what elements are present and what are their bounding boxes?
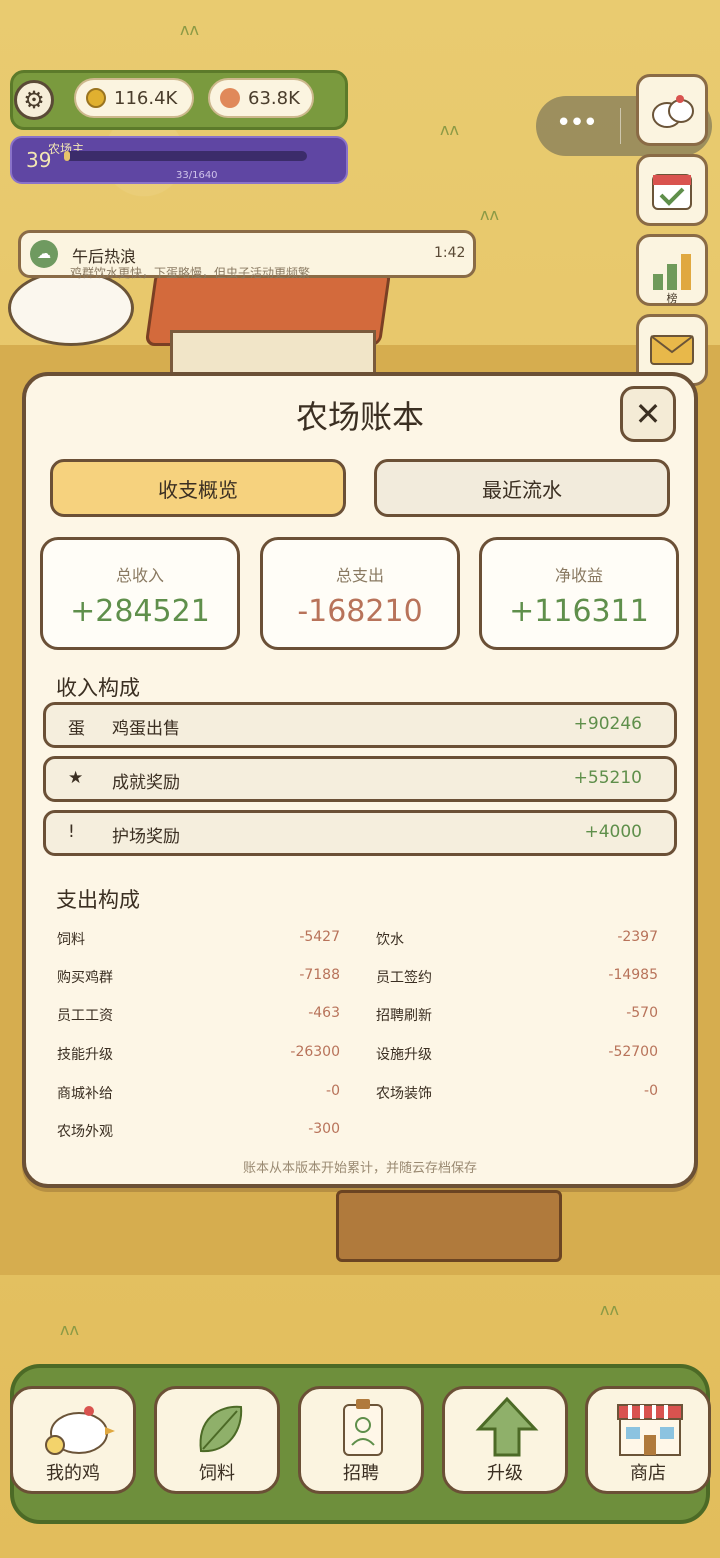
close-icon: ✕ bbox=[634, 395, 662, 433]
expense-label: 购买鸡群 bbox=[57, 970, 113, 986]
chicken-icon bbox=[45, 1406, 115, 1455]
chicken-group-button[interactable] bbox=[636, 74, 708, 146]
income-value: +55210 bbox=[573, 768, 642, 788]
expense-label: 饮水 bbox=[376, 932, 404, 948]
stat-label: 总支出 bbox=[335, 566, 384, 585]
gold-counter[interactable]: 116.4K bbox=[74, 78, 194, 118]
nav-feed[interactable]: 饲料 bbox=[154, 1386, 280, 1494]
up-arrow-icon bbox=[475, 1396, 539, 1457]
grass-tuft: ᴧᴧ bbox=[480, 205, 499, 224]
nav-upgrade[interactable]: 升级 bbox=[442, 1386, 568, 1494]
expense-value: -5427 bbox=[299, 929, 340, 945]
chicken-group-icon bbox=[652, 95, 694, 128]
checkin-button[interactable] bbox=[636, 154, 708, 226]
stat-net-profit: 净收益 +116311 bbox=[479, 537, 679, 650]
expense-label: 招聘刷新 bbox=[376, 1008, 432, 1024]
grass-tuft: ᴧᴧ bbox=[600, 1300, 619, 1319]
income-row: ★ 成就奖励 +55210 bbox=[43, 756, 677, 802]
expense-value: -0 bbox=[326, 1083, 340, 1099]
gold-coin-icon bbox=[86, 88, 106, 108]
stat-value: -168210 bbox=[297, 594, 423, 629]
exp-fill bbox=[64, 151, 70, 161]
income-value: +4000 bbox=[584, 822, 642, 842]
expense-label: 农场装饰 bbox=[376, 1086, 432, 1102]
cloud-icon: ☁ bbox=[30, 240, 58, 268]
expense-label: 农场外观 bbox=[57, 1124, 113, 1140]
expense-section-title: 支出构成 bbox=[56, 888, 140, 912]
grass-tuft: ᴧᴧ bbox=[60, 1320, 79, 1339]
income-row: 蛋 鸡蛋出售 +90246 bbox=[43, 702, 677, 748]
expense-label: 设施升级 bbox=[376, 1047, 432, 1063]
stat-total-expense: 总支出 -168210 bbox=[260, 537, 460, 650]
exp-text: 33/1640 bbox=[176, 170, 218, 181]
mail-icon bbox=[650, 335, 694, 365]
egg-icon: 蛋 bbox=[68, 719, 85, 739]
income-label: 成就奖励 bbox=[112, 773, 180, 793]
alert-icon: ! bbox=[68, 822, 75, 842]
income-label: 鸡蛋出售 bbox=[112, 719, 180, 739]
settings-gear-icon[interactable]: ⚙ bbox=[14, 80, 54, 120]
coop-building[interactable] bbox=[336, 1190, 562, 1262]
event-subtitle: 鸡群饮水更快，下蛋略慢，但虫子活动更频繁 bbox=[70, 266, 311, 280]
leaf-icon bbox=[199, 1405, 243, 1453]
stat-value: +116311 bbox=[509, 594, 649, 629]
income-value: +90246 bbox=[573, 714, 642, 734]
chicken-sprite[interactable] bbox=[8, 270, 134, 346]
nav-shop[interactable]: 商店 bbox=[585, 1386, 711, 1494]
expense-value: -300 bbox=[308, 1121, 340, 1137]
id-badge-icon bbox=[343, 1399, 383, 1456]
stat-total-income: 总收入 +284521 bbox=[40, 537, 240, 650]
expense-value: -26300 bbox=[290, 1044, 340, 1060]
nav-label: 升级 bbox=[487, 1463, 523, 1484]
seed-coin-icon bbox=[220, 88, 240, 108]
income-label: 护场奖励 bbox=[112, 827, 180, 847]
expense-value: -0 bbox=[644, 1083, 658, 1099]
gold-value: 116.4K bbox=[114, 87, 178, 109]
capsule-divider bbox=[620, 108, 621, 144]
expense-value: -52700 bbox=[608, 1044, 658, 1060]
tab-label: 最近流水 bbox=[482, 477, 562, 502]
expense-label: 技能升级 bbox=[57, 1047, 113, 1063]
nav-recruit[interactable]: 招聘 bbox=[298, 1386, 424, 1494]
expense-value: -7188 bbox=[299, 967, 340, 983]
nav-label: 饲料 bbox=[199, 1463, 235, 1484]
nav-label: 我的鸡 bbox=[46, 1463, 100, 1484]
nav-my-chickens[interactable]: 我的鸡 bbox=[10, 1386, 136, 1494]
seed-value: 63.8K bbox=[248, 87, 300, 109]
leaderboard-label: 榜 bbox=[666, 292, 678, 305]
star-icon: ★ bbox=[68, 768, 84, 788]
stat-value: +284521 bbox=[70, 594, 210, 629]
expense-label: 员工工资 bbox=[57, 1008, 113, 1024]
expense-value: -14985 bbox=[608, 967, 658, 983]
income-row: ! 护场奖励 +4000 bbox=[43, 810, 677, 856]
expense-value: -2397 bbox=[617, 929, 658, 945]
exp-track bbox=[64, 151, 307, 161]
stat-label: 净收益 bbox=[554, 566, 603, 585]
nav-label: 商店 bbox=[630, 1463, 666, 1484]
expense-label: 商城补给 bbox=[57, 1086, 113, 1102]
expense-label: 饲料 bbox=[57, 932, 85, 948]
ledger-footnote: 账本从本版本开始累计，并随云存档保存 bbox=[242, 1161, 477, 1176]
grass-tuft: ᴧᴧ bbox=[440, 120, 459, 139]
more-dots-icon[interactable]: ••• bbox=[556, 108, 598, 138]
stat-label: 总收入 bbox=[115, 566, 164, 585]
nav-label: 招聘 bbox=[343, 1463, 379, 1484]
expense-value: -570 bbox=[626, 1005, 658, 1021]
tab-label: 收支概览 bbox=[158, 477, 238, 502]
close-button[interactable]: ✕ bbox=[620, 386, 676, 442]
grass-tuft: ᴧᴧ bbox=[180, 20, 199, 39]
leaderboard-icon bbox=[653, 254, 691, 290]
calendar-check-icon bbox=[652, 174, 692, 210]
seed-counter[interactable]: 63.8K bbox=[208, 78, 314, 118]
expense-value: -463 bbox=[308, 1005, 340, 1021]
tab-overview[interactable]: 收支概览 bbox=[50, 459, 346, 517]
expense-label: 员工签约 bbox=[376, 970, 432, 986]
modal-title: 农场账本 bbox=[295, 398, 424, 436]
shop-icon bbox=[617, 1404, 683, 1456]
event-timer: 1:42 bbox=[434, 245, 466, 261]
income-section-title: 收入构成 bbox=[56, 676, 140, 700]
tab-recent[interactable]: 最近流水 bbox=[374, 459, 670, 517]
